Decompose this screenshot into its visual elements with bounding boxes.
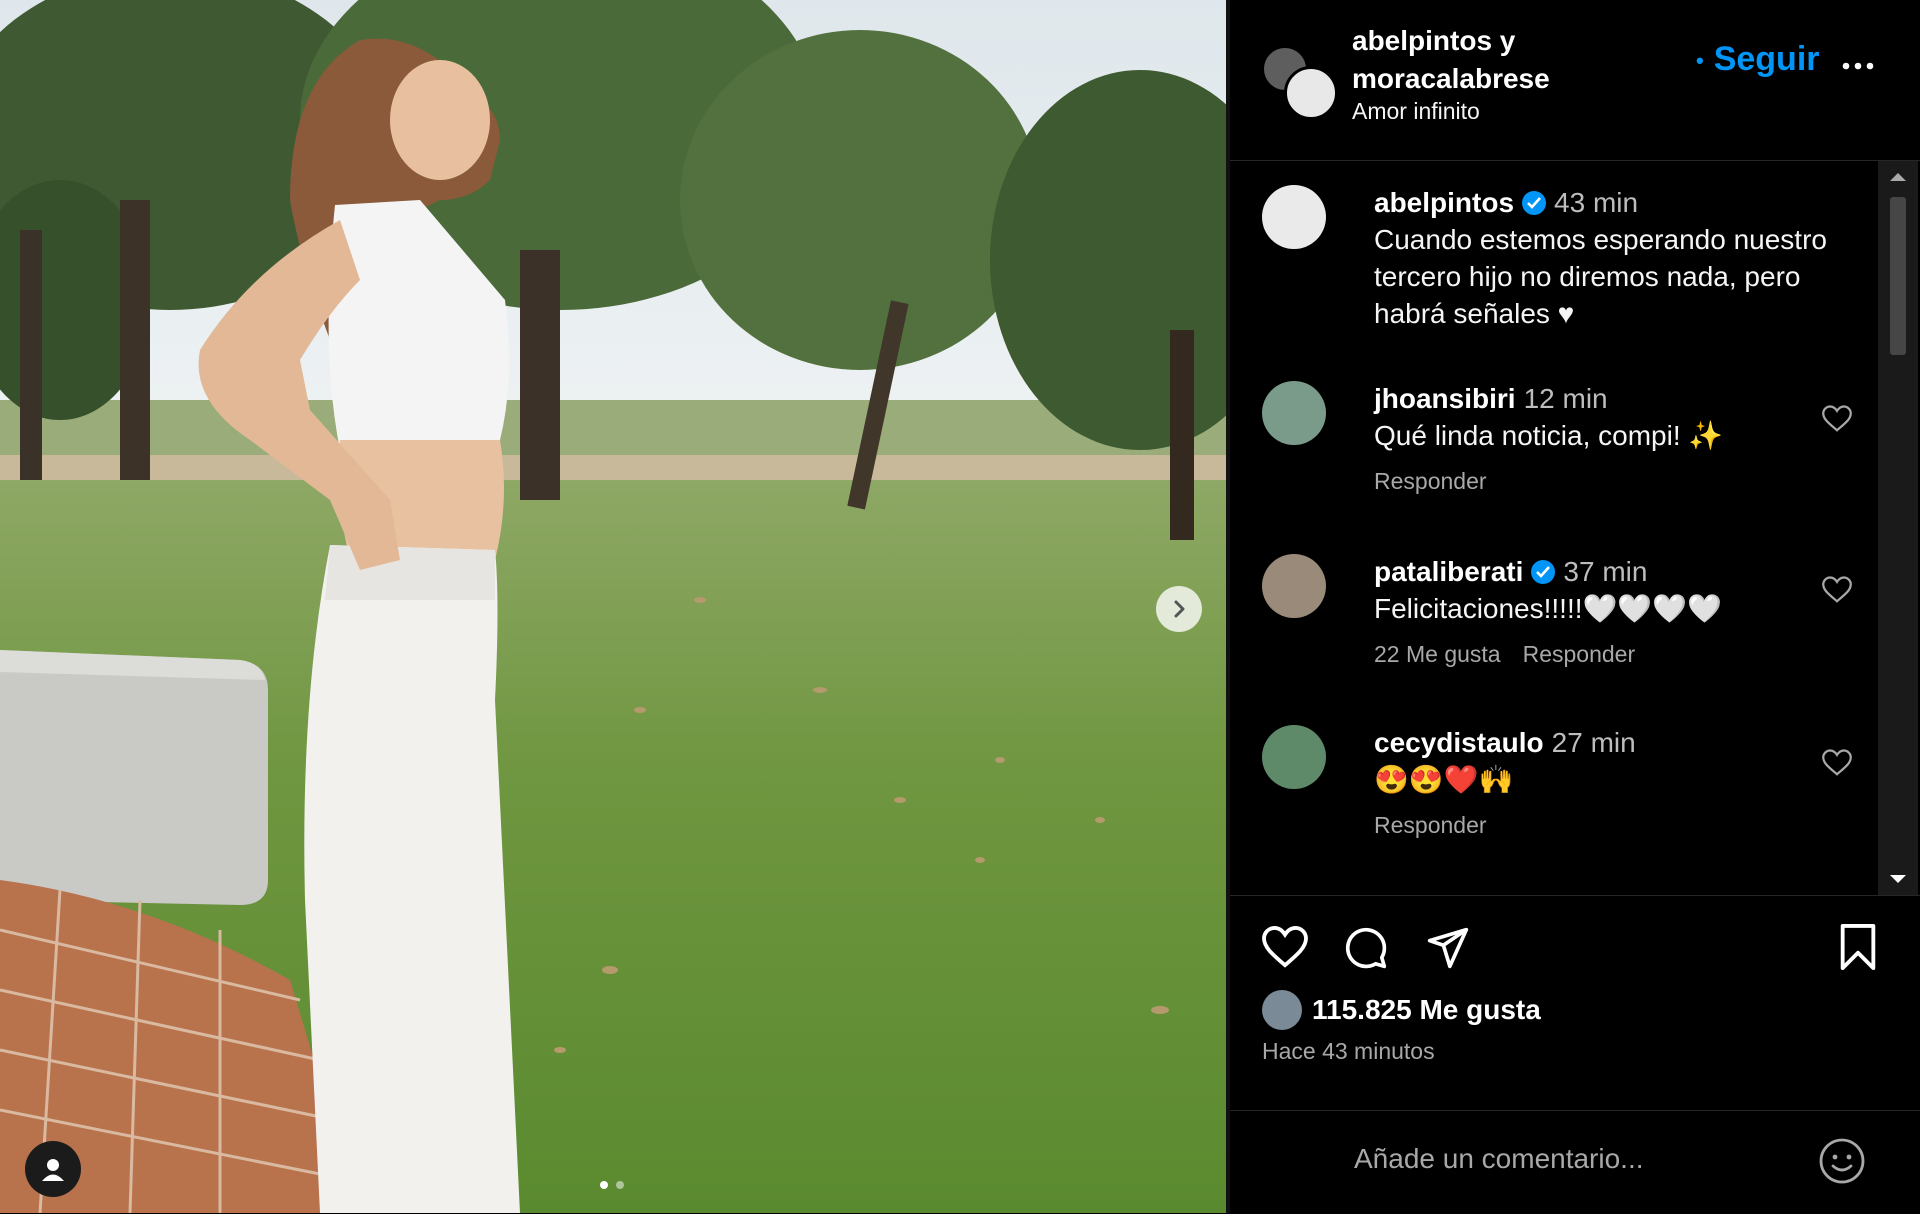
separator-dot: • (1696, 48, 1704, 74)
avatar[interactable] (1262, 185, 1326, 249)
avatar (1284, 66, 1338, 120)
comment-time[interactable]: 37 min (1563, 556, 1647, 587)
scroll-up-arrow-icon[interactable] (1890, 173, 1906, 181)
likes-summary[interactable]: 115.825 Me gusta (1262, 990, 1541, 1030)
verified-badge-icon (1522, 190, 1547, 215)
reply-button[interactable]: Responder (1374, 468, 1487, 494)
post-subtitle: Amor infinito (1352, 98, 1480, 124)
emoji-button[interactable] (1818, 1137, 1866, 1190)
post-actions (1230, 895, 1920, 970)
save-button[interactable] (1838, 924, 1878, 975)
carousel-dots (600, 1181, 624, 1189)
like-comment-heart-icon[interactable] (1822, 749, 1852, 777)
comment-time[interactable]: 12 min (1524, 383, 1608, 414)
reply-button[interactable]: Responder (1523, 641, 1636, 667)
avatar (1262, 990, 1302, 1030)
carousel-next-button[interactable] (1156, 586, 1202, 632)
avatar[interactable] (1262, 725, 1326, 789)
comment-username[interactable]: cecydistaulo (1374, 727, 1544, 758)
share-icon (1427, 927, 1469, 969)
comment-likes[interactable]: 22 Me gusta (1374, 641, 1501, 667)
follow-button[interactable]: • Seguir (1696, 40, 1820, 79)
carousel-dot (616, 1181, 624, 1189)
comment-text: Qué linda noticia, compi! ✨ (1374, 420, 1724, 451)
scroll-down-arrow-icon[interactable] (1890, 875, 1906, 883)
user-tag-icon (42, 1159, 64, 1181)
comment-composer (1230, 1110, 1920, 1214)
comment-username[interactable]: pataliberati (1374, 556, 1523, 587)
scrollbar-thumb[interactable] (1890, 197, 1906, 355)
more-options-button[interactable] (1842, 58, 1874, 76)
follow-label: Seguir (1713, 40, 1820, 78)
verified-badge-icon (1531, 559, 1556, 584)
comment-time[interactable]: 43 min (1554, 187, 1638, 218)
comments-scrollbar[interactable] (1878, 161, 1918, 895)
more-icon (1842, 62, 1874, 70)
post-timestamp[interactable]: Hace 43 minutos (1262, 1038, 1435, 1065)
post-photo (0, 0, 1226, 1213)
post-side-panel: abelpintos y moracalabrese Amor infinito… (1230, 0, 1920, 1213)
tagged-users-button[interactable] (25, 1141, 81, 1197)
comment-text: 😍😍❤️🙌 (1374, 764, 1514, 795)
comment-button[interactable] (1344, 926, 1388, 975)
like-comment-heart-icon[interactable] (1822, 576, 1852, 604)
post-image (0, 0, 1226, 1213)
bookmark-icon (1840, 924, 1876, 970)
comment-time[interactable]: 27 min (1552, 727, 1636, 758)
avatar[interactable] (1262, 554, 1326, 618)
username-line-2[interactable]: moracalabrese (1352, 60, 1550, 98)
like-comment-heart-icon[interactable] (1822, 405, 1852, 433)
post-header: abelpintos y moracalabrese Amor infinito… (1230, 0, 1920, 161)
comment-username[interactable]: jhoansibiri (1374, 383, 1516, 414)
collab-avatars[interactable] (1262, 46, 1338, 120)
reply-button[interactable]: Responder (1374, 812, 1487, 838)
comment-text: Felicitaciones!!!!!🤍🤍🤍🤍 (1374, 593, 1722, 624)
collab-usernames[interactable]: abelpintos y moracalabrese (1352, 22, 1550, 98)
emoji-icon (1819, 1138, 1865, 1184)
like-button[interactable] (1262, 925, 1308, 973)
share-button[interactable] (1426, 926, 1470, 975)
likes-count[interactable]: 115.825 Me gusta (1312, 994, 1541, 1026)
caption-text: Cuando estemos esperando nuestro tercero… (1374, 224, 1827, 329)
avatar[interactable] (1262, 381, 1326, 445)
add-comment-input[interactable] (1352, 1133, 1796, 1185)
username-line-1[interactable]: abelpintos y (1352, 22, 1550, 60)
comments-list: abelpintos 43 min Cuando estemos esperand… (1230, 161, 1878, 895)
comment-username[interactable]: abelpintos (1374, 187, 1514, 218)
chevron-right-icon (1174, 600, 1185, 618)
comment-icon (1345, 927, 1387, 969)
heart-icon (1262, 925, 1308, 968)
carousel-dot-active (600, 1181, 608, 1189)
